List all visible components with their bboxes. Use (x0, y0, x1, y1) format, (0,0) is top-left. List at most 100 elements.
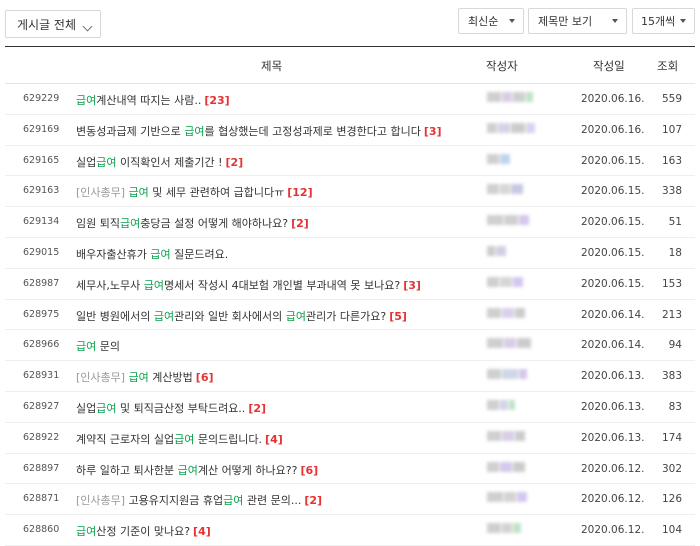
comment-count: [6] (195, 371, 214, 385)
blurred-author-chunk (500, 399, 508, 410)
author-name-blurred[interactable] (487, 523, 521, 535)
keyword-highlight: 급여 (76, 340, 97, 354)
author-name-blurred[interactable] (487, 307, 525, 320)
author-name-blurred[interactable] (487, 430, 525, 443)
chevron-down-icon (82, 21, 93, 32)
keyword-highlight: 급여 (96, 401, 117, 415)
post-title-link[interactable]: 급여산정 기준이 맞나요? [4] (76, 523, 211, 539)
post-title-link[interactable]: 하루 일하고 퇴사한분 급여계산 어떻게 하나요?? [6] (76, 462, 318, 478)
post-title-link[interactable]: 급여 문의 (76, 338, 120, 354)
page-size-label: 15개씩 (641, 15, 676, 28)
post-date: 2020.06.15. (581, 185, 645, 198)
post-title-link[interactable]: 배우자출산휴가 급여 질문드려요. (76, 246, 228, 262)
blurred-author-chunk (509, 399, 515, 410)
view-count: 104 (661, 524, 682, 537)
post-title-link[interactable]: 일반 병원에서의 급여관리와 일반 회사에서의 급여관리가 다른가요? [5] (76, 308, 407, 324)
sort-dropdown[interactable]: 최신순 (458, 8, 524, 34)
post-title-link[interactable]: 임원 퇴직급여충당금 설정 어떻게 해야하나요? [2] (76, 215, 309, 231)
comment-count: [2] (225, 155, 244, 169)
blurred-author-chunk (504, 492, 516, 503)
comment-count: [4] (193, 525, 211, 539)
view-mode-dropdown[interactable]: 제목만 보기 (528, 8, 627, 34)
author-name-blurred[interactable] (487, 338, 531, 350)
blurred-author-chunk (513, 461, 525, 472)
post-date: 2020.06.15. (581, 277, 645, 290)
post-date: 2020.06.15. (581, 216, 645, 229)
author-name-blurred[interactable] (487, 245, 506, 258)
blurred-author-chunk (502, 430, 514, 441)
keyword-highlight: 급여 (174, 432, 195, 446)
blurred-author-chunk (517, 492, 527, 503)
keyword-highlight: 급여 (76, 94, 97, 107)
table-row: 629229 급여계산내역 따지는 사람.. [23] 2020.06.16. 5… (5, 84, 695, 115)
post-number: 629134 (23, 216, 60, 228)
post-number: 628966 (23, 339, 60, 351)
author-name-blurred[interactable] (487, 369, 527, 381)
post-title-link[interactable]: [인사총무] 급여 및 세무 관련하여 급합니다ㅠ [12] (76, 184, 313, 200)
title-text: 배우자출산휴가 (76, 247, 151, 261)
keyword-highlight: 급여 (96, 155, 117, 169)
blurred-author-chunk (517, 338, 531, 349)
title-text: 관리와 일반 회사에서의 (174, 309, 286, 323)
post-title-link[interactable]: [인사총무] 고용유지지원금 휴업급여 관련 문의... [2] (76, 492, 322, 508)
post-date: 2020.06.12. (581, 524, 645, 537)
board-toolbar: 게시글 전체 최신순 제목만 보기 15개씩 (0, 0, 700, 46)
post-number: 628871 (23, 493, 60, 505)
author-name-blurred[interactable] (487, 92, 533, 104)
table-row: 628860 급여산정 기준이 맞나요? [4] 2020.06.12. 104 (5, 515, 695, 546)
category-prefix: [인사총무] (76, 371, 129, 385)
title-text: 명세서 작성시 4대보험 개인별 부과내역 못 보나요? (163, 278, 401, 292)
comment-count: [3] (403, 278, 421, 292)
post-title-link[interactable]: 실업급여 및 퇴직금산정 부탁드려요.. [2] (76, 400, 266, 416)
blurred-author-chunk (515, 430, 525, 441)
author-name-blurred[interactable] (487, 399, 515, 412)
comment-count: [5] (389, 309, 407, 323)
blurred-author-chunk (526, 92, 533, 102)
post-number: 629015 (23, 246, 60, 258)
post-date: 2020.06.15. (581, 246, 645, 259)
blurred-author-chunk (487, 92, 501, 102)
keyword-highlight: 급여 (184, 124, 205, 138)
title-text: 세무사,노무사 (76, 278, 144, 292)
view-count: 83 (668, 400, 682, 413)
post-title-link[interactable]: 변동성과급제 기반으로 급여를 협상했는데 고정성과제로 변경한다고 합니다 [3… (76, 123, 442, 139)
post-number: 628922 (23, 431, 60, 443)
author-name-blurred[interactable] (487, 276, 523, 289)
caret-down-icon (612, 19, 618, 23)
author-name-blurred[interactable] (487, 153, 510, 166)
author-name-blurred[interactable] (487, 492, 527, 504)
blurred-author-chunk (513, 92, 525, 102)
table-row: 629165 실업급여 이직확인서 제출기간 ! [2] 2020.06.15. … (5, 146, 695, 177)
author-name-blurred[interactable] (487, 184, 523, 196)
view-count: 18 (668, 246, 682, 259)
keyword-highlight: 급여 (223, 494, 244, 508)
author-name-blurred[interactable] (487, 215, 529, 227)
header-date: 작성일 (593, 59, 625, 73)
comment-count: [3] (423, 124, 442, 138)
post-title-link[interactable]: 급여계산내역 따지는 사람.. [23] (76, 92, 230, 108)
page-size-dropdown[interactable]: 15개씩 (632, 8, 695, 34)
blurred-author-chunk (487, 338, 503, 349)
blurred-author-chunk (498, 122, 510, 133)
blurred-author-chunk (487, 523, 501, 534)
board-filter-dropdown[interactable]: 게시글 전체 (5, 10, 101, 38)
keyword-highlight: 급여 (285, 309, 307, 323)
sort-label: 최신순 (468, 15, 499, 28)
keyword-highlight: 급여 (76, 525, 97, 539)
post-number: 628897 (23, 462, 60, 474)
table-row: 628922 계약직 근로자의 실업급여 문의드립니다. [4] 2020.06.… (5, 423, 695, 454)
post-title-link[interactable]: 계약직 근로자의 실업급여 문의드립니다. [4] (76, 431, 283, 447)
post-title-link[interactable]: [인사총무] 급여 계산방법 [6] (76, 369, 214, 385)
title-text: 이직확인서 제출기간 ! (116, 155, 223, 169)
blurred-author-chunk (519, 215, 529, 226)
table-row: 628897 하루 일하고 퇴사한분 급여계산 어떻게 하나요?? [6] 202… (5, 454, 695, 485)
blurred-author-chunk (504, 215, 518, 226)
title-text: 관리가 다른가요? (306, 309, 387, 323)
post-title-link[interactable]: 실업급여 이직확인서 제출기간 ! [2] (76, 154, 243, 170)
author-name-blurred[interactable] (487, 461, 525, 474)
view-count: 338 (661, 185, 682, 198)
table-row: 629169 변동성과급제 기반으로 급여를 협상했는데 고정성과제로 변경한다… (5, 115, 695, 146)
comment-count: [6] (300, 463, 319, 477)
post-title-link[interactable]: 세무사,노무사 급여명세서 작성시 4대보험 개인별 부과내역 못 보나요? [3… (76, 277, 421, 293)
author-name-blurred[interactable] (487, 122, 535, 135)
